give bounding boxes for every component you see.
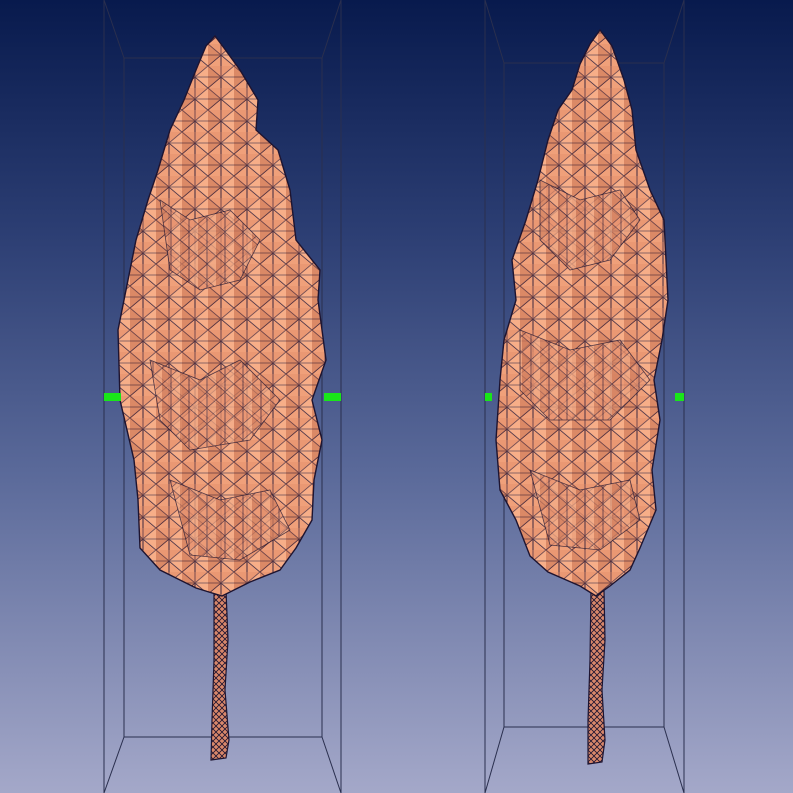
tree-trunk xyxy=(210,589,230,761)
tree-mesh[interactable] xyxy=(117,34,327,761)
tree-mesh[interactable] xyxy=(495,28,669,765)
right-view[interactable] xyxy=(484,0,685,793)
tree-trunk xyxy=(587,589,606,765)
left-marker xyxy=(485,393,492,401)
3d-viewport[interactable] xyxy=(0,0,793,793)
right-marker xyxy=(675,393,684,401)
left-view[interactable] xyxy=(103,0,342,793)
right-marker xyxy=(324,393,341,401)
scene-canvas[interactable] xyxy=(0,0,793,793)
left-marker xyxy=(104,393,121,401)
